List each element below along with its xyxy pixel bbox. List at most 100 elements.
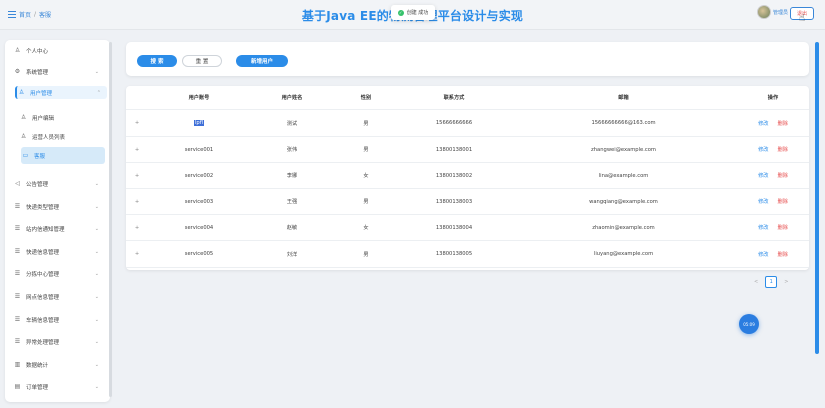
edit-link[interactable]: 修改 (758, 121, 768, 127)
chevron-down-icon: ⌄ (94, 225, 99, 232)
edit-link[interactable]: 修改 (758, 173, 768, 179)
column-header-actions: 操作 (767, 95, 779, 101)
sidebar-item-label: 用户编辑 (32, 115, 55, 122)
user-icon: ♙ (14, 47, 21, 54)
delete-link[interactable]: 删除 (778, 225, 788, 231)
success-toast: ✓ 创建 成功 (391, 5, 435, 20)
sidebar: ♙ 个人中心 ⚙ 系统管理 ⌄ ♙ 用户管理 ⌃ ♙ 用户编辑 ♙ 运营人员列表… (5, 40, 110, 402)
check-circle-icon: ✓ (397, 9, 404, 16)
email-cell: wangqiang@example.com (589, 198, 658, 205)
sidebar-item-announcements[interactable]: ◁ 公告管理 ⌄ (13, 177, 105, 190)
list-icon: ☰ (14, 293, 21, 300)
actions-cell: 修改 删除 (737, 251, 809, 258)
name-cell: 张伟 (286, 147, 298, 153)
sidebar-item-user-edit[interactable]: ♙ 用户编辑 (19, 111, 105, 124)
sidebar-item-system[interactable]: ⚙ 系统管理 ⌄ (13, 65, 105, 78)
edit-link[interactable]: 修改 (758, 252, 768, 258)
sidebar-item-label: 快递类型管理 (26, 204, 60, 211)
sidebar-item-profile[interactable]: ♙ 个人中心 (13, 44, 105, 57)
table-row: + service005 刘洋 男 13800138005 liuyang@ex… (126, 241, 809, 268)
gear-icon: ⚙ (14, 68, 21, 75)
expand-row-icon[interactable]: + (126, 199, 148, 205)
email-cell: zhaomin@example.com (592, 224, 655, 231)
sidebar-item-label: 客服 (34, 153, 46, 160)
sidebar-item-notifications[interactable]: ☰ 站内信通知管理 ⌄ (13, 222, 105, 235)
email-cell: liuyang@example.com (593, 251, 654, 257)
top-header: 首页 / 客服 基于Java EE的物流管理平台设计与实现 ✓ 创建 成功 管理… (0, 0, 825, 30)
expand-row-icon[interactable]: + (126, 147, 148, 153)
sidebar-item-express-info[interactable]: ☰ 快递信息管理 ⌄ (13, 245, 105, 258)
sidebar-item-express-types[interactable]: ☰ 快递类型管理 ⌄ (13, 200, 105, 213)
page-number-current[interactable]: 1 (765, 276, 778, 288)
list-icon: ☰ (14, 270, 21, 277)
delete-link[interactable]: 删除 (778, 173, 788, 179)
phone-cell: 13800138003 (435, 198, 473, 205)
name-cell: 王强 (286, 199, 298, 205)
actions-cell: 修改 删除 (737, 172, 809, 179)
avatar[interactable] (757, 5, 771, 19)
prev-page-button[interactable]: < (754, 279, 758, 285)
list-icon: ☰ (14, 338, 21, 345)
sidebar-item-sorting-center[interactable]: ☰ 分拣中心管理 ⌄ (13, 267, 105, 280)
sidebar-item-operators[interactable]: ♙ 运营人员列表 (19, 130, 105, 143)
expand-row-icon[interactable]: + (126, 251, 148, 257)
sidebar-item-orders[interactable]: ▤ 订单管理 ⌄ (13, 380, 105, 393)
toast-text: 创建 成功 (406, 10, 429, 16)
account-cell: service003 (184, 198, 214, 205)
sidebar-item-statistics[interactable]: ▥ 数据统计 ⌄ (13, 358, 105, 371)
chevron-down-icon: ⌄ (94, 383, 99, 390)
search-button[interactable]: 搜 索 (137, 55, 177, 67)
gender-cell: 男 (363, 147, 369, 153)
chevron-down-icon: ⌄ (94, 248, 99, 255)
gender-cell: 男 (363, 120, 369, 127)
chevron-down-icon: ⌄ (94, 316, 99, 323)
account-cell: service001 (184, 146, 214, 153)
edit-link[interactable]: 修改 (758, 199, 768, 205)
delete-link[interactable]: 删除 (778, 147, 788, 153)
user-area[interactable]: 管理员 (757, 5, 788, 19)
expand-row-icon[interactable]: + (126, 225, 148, 231)
pagination: < 1 > (754, 276, 788, 288)
sidebar-item-label: 用户管理 (30, 90, 53, 97)
next-page-button[interactable]: > (784, 279, 788, 285)
delete-link[interactable]: 删除 (778, 121, 788, 127)
table-row: + lpfl 测试 男 15666666666 15666666666@163.… (126, 110, 809, 137)
chevron-down-icon: ⌄ (94, 361, 99, 368)
gender-cell: 男 (363, 199, 369, 205)
sidebar-item-customer-service[interactable]: ▭ 客服 (21, 147, 105, 164)
sidebar-item-user-management[interactable]: ♙ 用户管理 ⌃ (15, 86, 107, 99)
list-icon: ☰ (14, 316, 21, 323)
user-table: 用户账号 用户姓名 性别 联系方式 邮箱 操作 + lpfl 测试 男 1566… (126, 86, 809, 270)
user-name[interactable]: 管理员 (773, 9, 788, 16)
table-row: + service003 王强 男 13800138003 wangqiang@… (126, 189, 809, 215)
sidebar-item-label: 分拣中心管理 (26, 271, 60, 278)
edit-link[interactable]: 修改 (758, 147, 768, 153)
sidebar-scrollbar[interactable] (109, 42, 112, 397)
sidebar-item-label: 系统管理 (26, 69, 49, 76)
hand-cursor-icon: ☝ (799, 13, 806, 24)
chevron-down-icon: ⌄ (94, 293, 99, 300)
sidebar-item-outlets[interactable]: ☰ 网点信息管理 ⌄ (13, 290, 105, 303)
chevron-down-icon: ⌄ (94, 338, 99, 345)
users-icon: ♙ (18, 89, 25, 96)
actions-cell: 修改 删除 (737, 146, 809, 153)
sidebar-item-exceptions[interactable]: ☰ 异常处理管理 ⌄ (13, 335, 105, 348)
sidebar-item-vehicles[interactable]: ☰ 车辆信息管理 ⌄ (13, 313, 105, 326)
add-user-button[interactable]: 新增用户 (236, 55, 288, 67)
actions-cell: 修改 删除 (737, 198, 809, 205)
sidebar-item-label: 网点信息管理 (26, 294, 60, 301)
delete-link[interactable]: 删除 (778, 252, 788, 258)
expand-row-icon[interactable]: + (126, 120, 148, 126)
table-row: + service001 张伟 男 13800138001 zhangwei@e… (126, 137, 809, 163)
delete-link[interactable]: 删除 (778, 199, 788, 205)
user-icon: ♙ (20, 114, 27, 121)
reset-button[interactable]: 重 置 (182, 55, 222, 67)
column-header-account: 用户账号 (188, 95, 210, 101)
main-scrollbar[interactable] (815, 42, 819, 354)
actions-cell: 修改 删除 (737, 120, 809, 127)
floating-timer-button[interactable]: 05:09 (739, 314, 759, 334)
column-header-name: 用户姓名 (281, 95, 303, 101)
expand-row-icon[interactable]: + (126, 173, 148, 179)
edit-link[interactable]: 修改 (758, 225, 768, 231)
name-cell: 李娜 (286, 173, 298, 179)
